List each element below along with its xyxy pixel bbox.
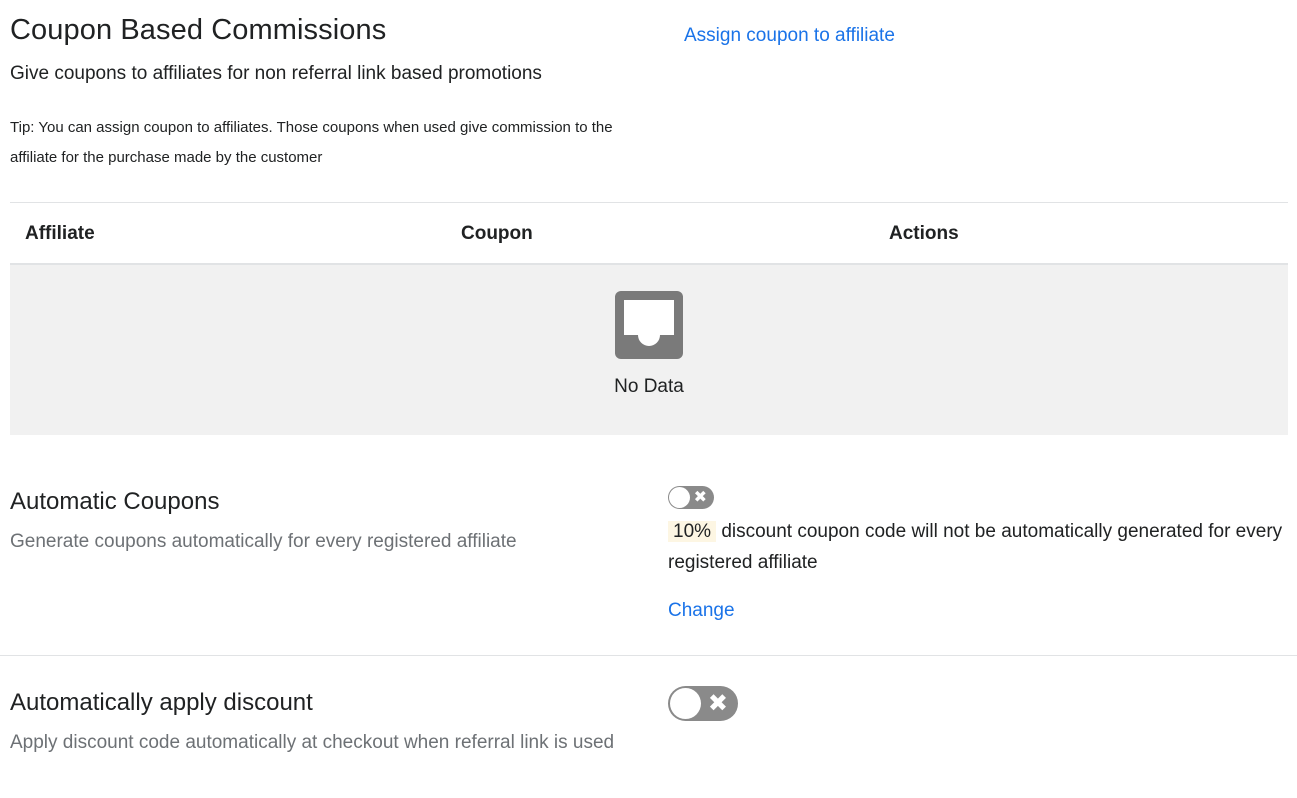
column-header-affiliate: Affiliate (25, 223, 95, 244)
close-icon: ✖ (693, 489, 707, 506)
column-header-actions: Actions (889, 223, 959, 244)
automatic-coupons-status: 10% discount coupon code will not be aut… (668, 516, 1288, 578)
column-header-coupon: Coupon (461, 223, 533, 244)
change-link[interactable]: Change (668, 600, 735, 622)
discount-badge: 10% (668, 521, 717, 542)
toggle-knob (670, 688, 701, 719)
section-title-auto-apply: Automatically apply discount (10, 689, 313, 716)
coupon-table: Affiliate Coupon Actions No Data (10, 203, 1288, 435)
assign-coupon-link[interactable]: Assign coupon to affiliate (684, 25, 895, 47)
auto-apply-toggle[interactable]: ✖ (668, 686, 738, 721)
close-icon: ✖ (707, 690, 728, 717)
automatic-coupons-toggle[interactable]: ✖ (668, 486, 714, 509)
section-desc-auto-apply: Apply discount code automatically at che… (10, 732, 615, 753)
table-empty-state: No Data (10, 265, 1288, 435)
toggle-knob (669, 487, 690, 508)
page-title: Coupon Based Commissions (10, 14, 387, 46)
tip-text: Tip: You can assign coupon to affiliates… (10, 119, 613, 166)
inbox-icon (615, 291, 683, 359)
section-title-automatic-coupons: Automatic Coupons (10, 488, 220, 515)
empty-text: No Data (614, 376, 684, 397)
page-subtitle: Give coupons to affiliates for non refer… (10, 63, 542, 84)
status-text: discount coupon code will not be automat… (668, 521, 1283, 573)
table-header: Affiliate Coupon Actions (10, 203, 1288, 265)
divider (0, 655, 1297, 656)
section-desc-automatic-coupons: Generate coupons automatically for every… (10, 531, 517, 552)
